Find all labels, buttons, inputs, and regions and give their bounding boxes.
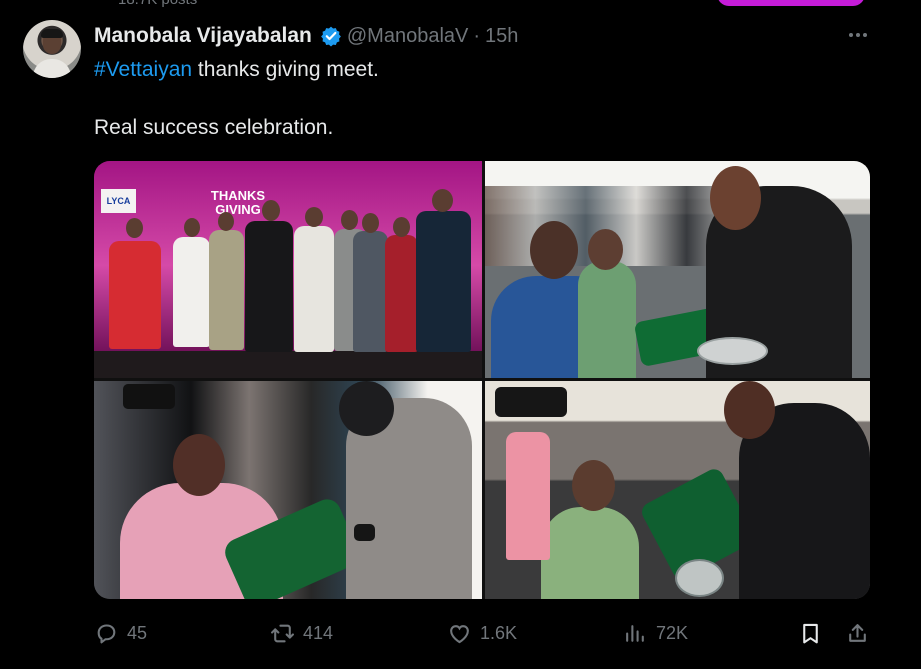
previous-tweet-strip: 18.7K posts	[0, 0, 921, 16]
seated-man-green-shirt	[541, 507, 639, 599]
more-dot	[863, 33, 867, 37]
person-head	[724, 381, 775, 439]
more-dot	[849, 33, 853, 37]
avatar-shirt-shape	[33, 59, 71, 78]
tweet-sentence-after-hashtag: thanks giving meet.	[192, 58, 379, 81]
person-slate-shirt	[353, 231, 388, 352]
time-separator: ·	[473, 24, 481, 47]
text-spacer	[94, 84, 854, 113]
steel-plate	[697, 337, 768, 365]
bookmark-button[interactable]	[798, 617, 823, 649]
lyca-logo: LYCA	[101, 189, 136, 213]
media-grid: LYCA THANKS GIVING	[94, 161, 870, 599]
person-black-shirt	[245, 221, 293, 352]
person-red-saree	[109, 241, 161, 349]
person-head	[173, 434, 225, 496]
person-head	[218, 212, 234, 231]
person-white-top	[294, 226, 334, 352]
person-head	[126, 218, 143, 238]
tweet-header: Manobala Vijayabalan @ManobalaV · 15h	[94, 22, 518, 50]
posts-count: 18.7K posts	[118, 0, 197, 8]
person-head	[588, 229, 623, 270]
bar-chart-icon	[626, 624, 644, 642]
photo-serving-guests[interactable]	[94, 381, 482, 599]
hashtag-link[interactable]: #Vettaiyan	[94, 58, 192, 81]
avatar-hair-shape	[41, 29, 63, 38]
tweet-body: Real success celebration.	[94, 116, 334, 139]
more-options-icon[interactable]	[846, 25, 870, 45]
author-handle[interactable]: @ManobalaV	[347, 25, 468, 48]
like-count: 1.6K	[480, 622, 518, 643]
more-dot	[856, 33, 860, 37]
view-count: 72K	[656, 622, 689, 643]
lyca-logo-text: LYCA	[106, 196, 131, 206]
person-head	[262, 200, 280, 221]
reply-icon	[97, 623, 116, 643]
person-white-shirt	[173, 237, 210, 347]
verified-badge-icon	[320, 26, 341, 47]
camera-equipment	[123, 384, 175, 409]
share-icon	[849, 623, 866, 642]
camera-equipment	[495, 387, 567, 417]
person-head	[341, 210, 358, 230]
person-head	[530, 221, 578, 279]
reply-count: 45	[127, 622, 148, 643]
person-head	[184, 218, 200, 237]
like-button[interactable]: 1.6K	[447, 617, 517, 649]
person-head	[710, 166, 761, 230]
views-button[interactable]: 72K	[623, 617, 688, 649]
person-head	[393, 217, 410, 237]
tweet-actions-bar: 45 414 1.6K 72K	[94, 617, 870, 649]
tweet-time[interactable]: 15h	[485, 25, 518, 48]
share-button[interactable]	[845, 617, 870, 649]
person-red-shirt	[385, 235, 418, 352]
reply-button[interactable]: 45	[94, 617, 147, 649]
person-head	[572, 460, 615, 511]
photo-serving-food[interactable]	[485, 161, 870, 378]
author-name[interactable]: Manobala Vijayabalan	[94, 24, 312, 48]
subscribe-button[interactable]	[717, 0, 865, 6]
bookmark-icon	[803, 623, 818, 643]
person-head	[305, 207, 323, 227]
tweet-first-line: #Vettaiyan thanks giving meet.	[94, 55, 854, 84]
photo-ladling-food[interactable]	[485, 381, 870, 599]
seated-man-green	[578, 261, 636, 378]
steel-vessel	[675, 559, 724, 597]
retweet-icon	[271, 624, 294, 642]
person-olive-jacket	[209, 230, 244, 350]
retweet-button[interactable]: 414	[270, 617, 333, 649]
wristwatch	[354, 524, 375, 541]
guest-pink-shirt	[506, 432, 550, 560]
person-dark-shirt	[416, 211, 471, 352]
person-head	[432, 189, 453, 212]
tweet-text: #Vettaiyan thanks giving meet. Real succ…	[94, 55, 854, 142]
photo-stage-group[interactable]: LYCA THANKS GIVING	[94, 161, 482, 378]
retweet-count: 414	[303, 622, 334, 643]
person-head	[339, 381, 394, 436]
stage-floor	[94, 351, 482, 378]
person-head	[362, 213, 379, 233]
avatar[interactable]	[23, 20, 81, 78]
heart-icon	[450, 624, 469, 643]
